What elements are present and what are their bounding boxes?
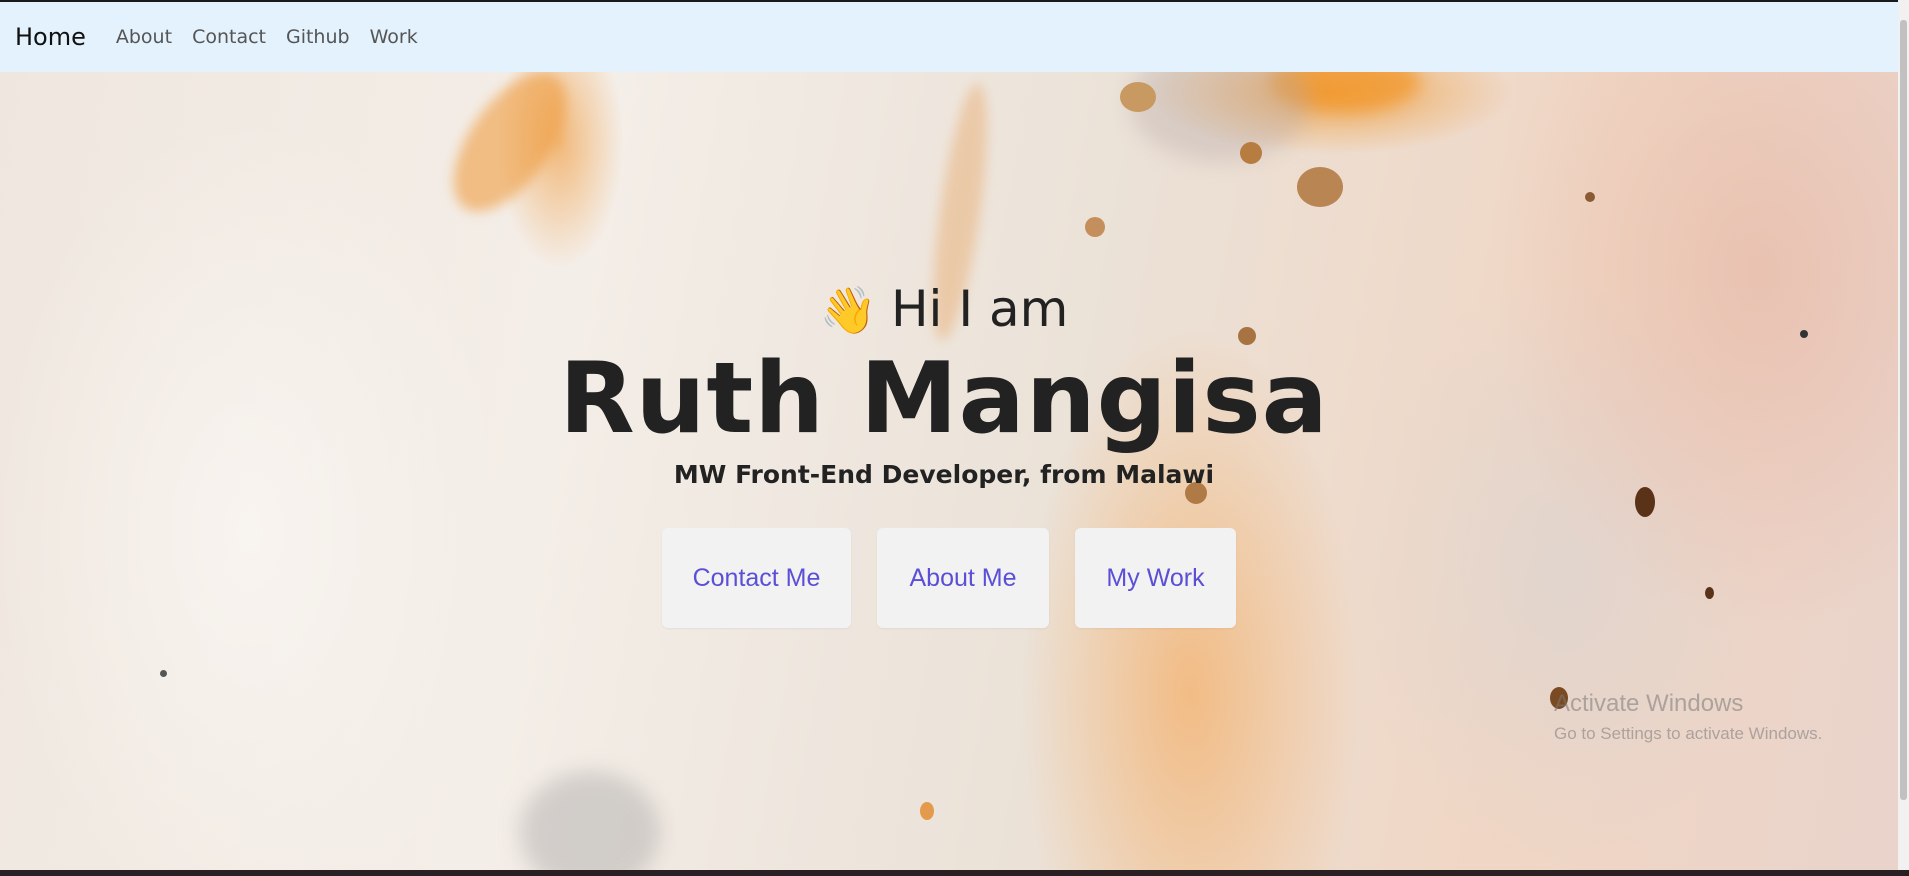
hero-section: 👋 Hi I am Ruth Mangisa MW Front-End Devel… [0, 72, 1898, 870]
my-work-button[interactable]: My Work [1075, 528, 1236, 628]
greeting-line: 👋 Hi I am [0, 280, 1888, 338]
browser-viewport: Home About Contact Github Work 👋 Hi I am … [0, 0, 1898, 870]
activate-windows-watermark: Activate Windows Go to Settings to activ… [1554, 690, 1822, 744]
about-me-button[interactable]: About Me [877, 528, 1049, 628]
taskbar-edge [0, 870, 1909, 876]
waving-hand-icon: 👋 [819, 283, 877, 337]
vertical-scrollbar[interactable] [1898, 0, 1909, 870]
nav-work-link[interactable]: Work [370, 26, 418, 48]
top-navbar: Home About Contact Github Work [0, 2, 1898, 72]
hero-button-group: Contact Me About Me My Work [0, 528, 1898, 628]
nav-home-link[interactable]: Home [15, 23, 86, 51]
nav-github-link[interactable]: Github [286, 26, 350, 48]
nav-contact-link[interactable]: Contact [192, 26, 266, 48]
watermark-title: Activate Windows [1554, 690, 1744, 717]
scrollbar-thumb[interactable] [1900, 20, 1907, 800]
nav-about-link[interactable]: About [116, 26, 172, 48]
contact-me-button[interactable]: Contact Me [662, 528, 851, 628]
hero-tagline: MW Front-End Developer, from Malawi [673, 460, 1215, 489]
hero-name: Ruth Mangisa [559, 342, 1329, 456]
watermark-subtitle: Go to Settings to activate Windows. [1554, 724, 1823, 743]
greeting-text: Hi I am [890, 280, 1069, 338]
hero-content: 👋 Hi I am Ruth Mangisa MW Front-End Devel… [0, 72, 1898, 870]
